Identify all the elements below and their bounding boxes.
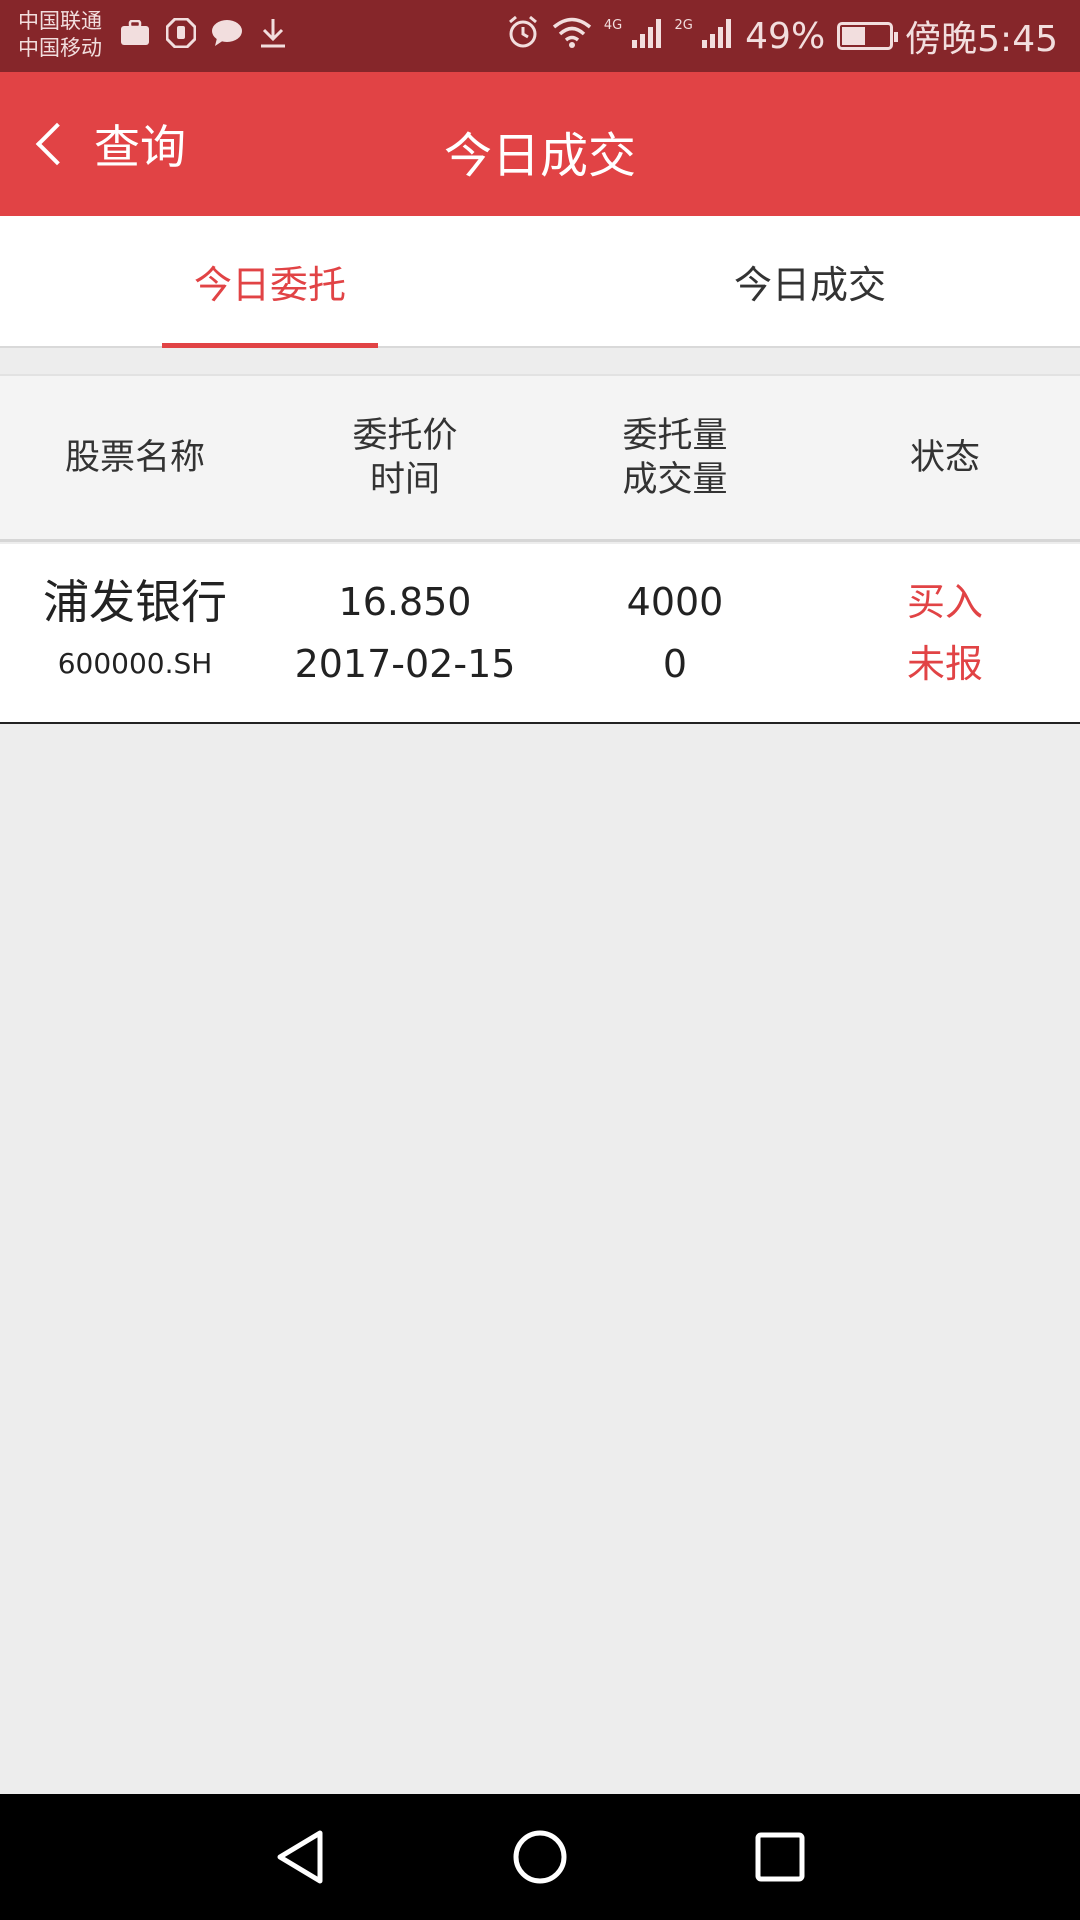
network-type-4g: 4G: [603, 17, 623, 33]
carrier-2: 中国移动: [18, 36, 102, 60]
wifi-icon: [552, 16, 592, 57]
column-header-label: 股票名称: [64, 437, 205, 478]
signal-bars-icon: [702, 18, 732, 48]
download-icon: [256, 16, 290, 50]
status-bar: 中国联通 中国移动 4G 2G 49% 傍晚5:45: [0, 0, 1080, 72]
column-header-label: 委托价: [352, 415, 458, 456]
column-header-label: 委托量: [622, 415, 728, 456]
column-header-status: 状态: [810, 376, 1080, 539]
circle-home-icon: [513, 1830, 567, 1884]
active-tab-indicator: [162, 343, 378, 348]
notification-icons: [118, 16, 290, 50]
stock-name: 浦发银行: [43, 575, 227, 629]
column-header-sublabel: 时间: [369, 459, 440, 500]
column-header-sublabel: 成交量: [622, 459, 728, 500]
battery-icon: [837, 22, 899, 50]
battery-percent: 49%: [745, 15, 826, 57]
carrier-1: 中国联通: [18, 9, 102, 33]
column-header-label: 状态: [909, 437, 980, 478]
chat-bubble-icon: [210, 16, 244, 50]
carrier-info: 中国联通 中国移动: [18, 8, 102, 62]
column-header-price-time: 委托价 时间: [270, 376, 540, 539]
column-header-quantity: 委托量 成交量: [540, 376, 810, 539]
navigation-bar: [0, 1794, 1080, 1920]
cell-status: 买入 未报: [810, 544, 1080, 722]
trade-direction: 买入: [906, 580, 983, 624]
nav-home-button[interactable]: [495, 1812, 585, 1902]
cell-price-time: 16.850 2017-02-15: [270, 544, 540, 722]
signal-2g: 2G: [675, 18, 734, 55]
system-status: 4G 2G 49% 傍晚5:45: [506, 10, 1058, 62]
tab-today-orders[interactable]: 今日委托: [0, 216, 540, 348]
column-header-stock-name: 股票名称: [0, 376, 270, 539]
triangle-back-icon: [277, 1830, 323, 1884]
order-quantity: 4000: [626, 580, 724, 624]
table-row[interactable]: 浦发银行 600000.SH 16.850 2017-02-15 4000 0 …: [0, 544, 1080, 724]
cell-stock: 浦发银行 600000.SH: [0, 544, 270, 722]
tab-bar: 今日委托 今日成交: [0, 216, 1080, 348]
nav-back-button[interactable]: [255, 1812, 345, 1902]
order-status: 未报: [906, 642, 983, 686]
alarm-icon: [506, 15, 540, 58]
app-header: 查询 今日成交: [0, 72, 1080, 216]
stock-code: 600000.SH: [57, 647, 213, 680]
tab-label: 今日成交: [733, 262, 886, 307]
order-price: 16.850: [338, 580, 472, 624]
signal-4g: 4G: [604, 18, 663, 55]
network-type-2g: 2G: [674, 17, 693, 33]
signal-bars-icon: [631, 18, 661, 48]
clock: 傍晚5:45: [905, 19, 1058, 60]
briefcase-icon: [118, 16, 152, 50]
filled-quantity: 0: [662, 642, 688, 686]
nav-recents-button[interactable]: [735, 1812, 825, 1902]
cell-quantity: 4000 0: [540, 544, 810, 722]
table-header: 股票名称 委托价 时间 委托量 成交量 状态: [0, 374, 1080, 542]
page-title: 今日成交: [443, 128, 636, 184]
tab-today-trades[interactable]: 今日成交: [540, 216, 1080, 346]
order-date: 2017-02-15: [294, 642, 516, 686]
tab-label: 今日委托: [193, 262, 346, 307]
hand-stop-icon: [164, 16, 198, 50]
square-recents-icon: [755, 1832, 805, 1882]
